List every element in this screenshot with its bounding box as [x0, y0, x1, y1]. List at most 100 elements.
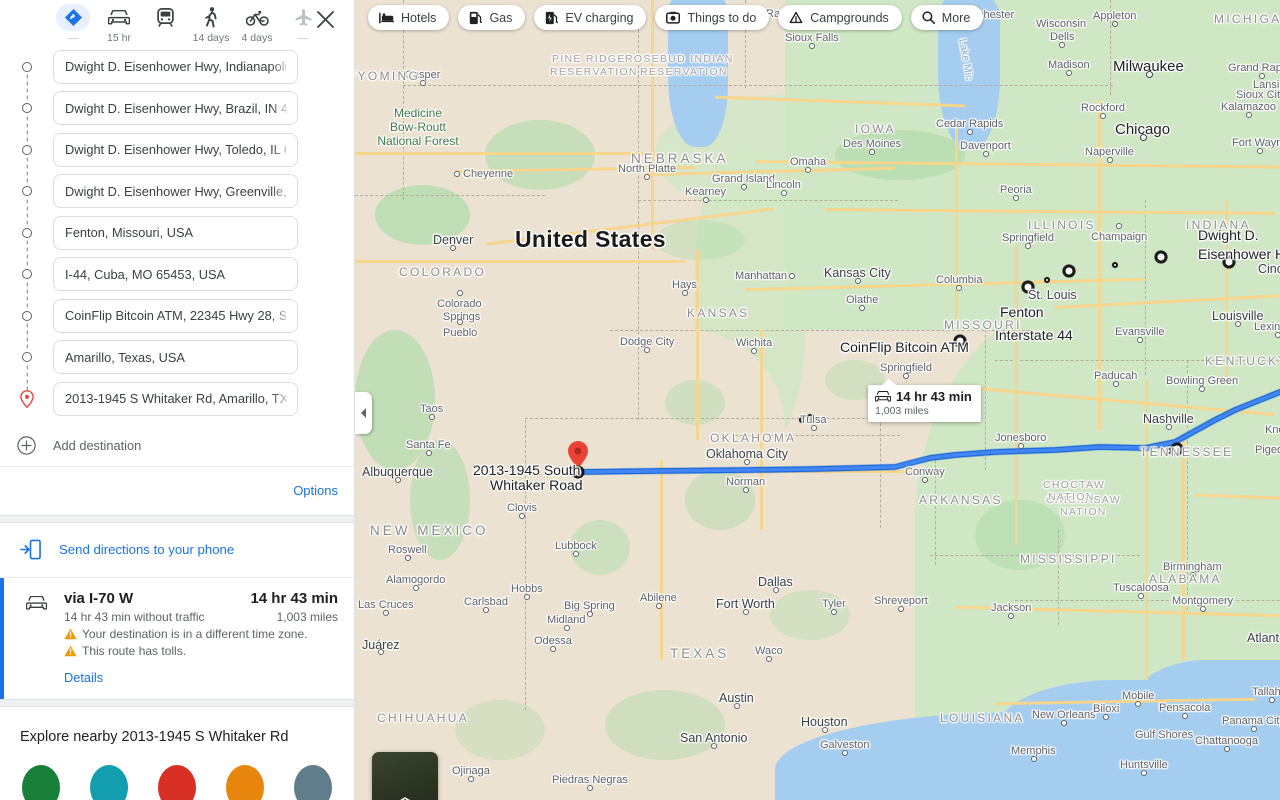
- map-city-dot: [1250, 726, 1257, 732]
- route-waypoint-marker[interactable]: [1154, 250, 1168, 264]
- options-row: Options: [0, 467, 354, 515]
- map-canvas[interactable]: Casper Cheyenne Denver Colorado Springs Puebl…: [355, 0, 1280, 800]
- route-warning-text: Your destination is in a different time …: [82, 626, 308, 641]
- close-directions-button[interactable]: [312, 6, 338, 32]
- waypoint-value: I-44, Cuba, MO 65453, USA: [65, 266, 226, 282]
- waypoint-list: Dwight D. Eisenhower Hwy, Indianapolis, …: [0, 46, 354, 426]
- map-city-dot: [766, 656, 772, 662]
- options-button[interactable]: Options: [293, 483, 338, 498]
- map-city-dot: [831, 609, 837, 615]
- route-waypoint-marker[interactable]: [1062, 264, 1076, 278]
- waypoint-input-7[interactable]: CoinFlip Bitcoin ATM, 22345 Hwy 28, St R: [53, 298, 298, 333]
- route-waypoint-marker-small[interactable]: [1166, 448, 1172, 454]
- diamond-arrow-icon: [56, 4, 90, 31]
- map-city-dot: [425, 450, 432, 456]
- route-warning: Your destination is in a different time …: [64, 627, 338, 641]
- route-polyline: [576, 388, 1280, 476]
- destination-target-marker[interactable]: [571, 465, 585, 479]
- explore-category-gas[interactable]: [158, 764, 196, 800]
- map-city-dot: [1138, 593, 1144, 599]
- route-card-car-icon-wrap: [25, 595, 48, 615]
- map-city-dot: [780, 190, 787, 196]
- travel-mode-driving[interactable]: 15 hr: [96, 4, 142, 44]
- travel-mode-cycling[interactable]: 4 days: [234, 4, 280, 44]
- map-city-dot: [740, 184, 747, 190]
- travel-mode-bar: — 15 hr 14 days 4 days —: [0, 0, 354, 46]
- explore-category-hotels[interactable]: [90, 764, 128, 800]
- map-city-dot: [805, 167, 811, 173]
- map-city-dot: [842, 750, 848, 756]
- explore-category-attractions[interactable]: [226, 764, 264, 800]
- route-waypoint-marker-small[interactable]: [799, 417, 805, 423]
- map-city-dot: [454, 171, 460, 177]
- route-waypoint-marker[interactable]: [1222, 255, 1236, 269]
- route-card-subrow: 14 hr 43 min without traffic 1,003 miles: [64, 610, 338, 624]
- section-divider: [0, 514, 354, 523]
- map-chip-hotels[interactable]: Hotels: [368, 5, 450, 30]
- map-city-dot: [550, 646, 556, 652]
- travel-mode-walking[interactable]: 14 days: [188, 4, 234, 44]
- layers-icon: [400, 797, 410, 800]
- map-city-dot: [1008, 613, 1014, 619]
- waypoint-row: Dwight D. Eisenhower Hwy, Brazil, IN 478: [0, 88, 354, 130]
- travel-mode-transit[interactable]: [142, 4, 188, 32]
- section-divider: [0, 698, 354, 707]
- car-icon: [875, 391, 891, 402]
- map-city-dot: [1223, 746, 1230, 752]
- route-duration: 14 hr 43 min: [250, 589, 338, 607]
- route-waypoint-marker-small[interactable]: [1112, 262, 1118, 268]
- map-city-dot: [483, 607, 489, 613]
- map-city-dot: [644, 174, 650, 180]
- route-waypoint-marker[interactable]: [1170, 442, 1184, 456]
- route-waypoint-marker-small[interactable]: [807, 414, 813, 420]
- waypoint-input-4[interactable]: Dwight D. Eisenhower Hwy, Greenville, IL: [53, 174, 298, 209]
- travel-mode-best-route[interactable]: —: [50, 4, 96, 44]
- tent-icon: [789, 11, 803, 24]
- map-city-dot: [412, 585, 419, 591]
- route-details-button[interactable]: Details: [64, 670, 338, 685]
- waypoint-input-8[interactable]: Amarillo, Texas, USA: [53, 340, 298, 375]
- map-city-dot: [1181, 713, 1188, 719]
- map-chip-things-to-do[interactable]: Things to do: [655, 5, 770, 30]
- map-city-dot: [681, 290, 688, 296]
- map-chip-label: Things to do: [687, 10, 757, 25]
- map-layers-button[interactable]: [372, 752, 438, 800]
- travel-mode-label: —: [297, 32, 309, 44]
- route-without-traffic: 14 hr 43 min without traffic: [64, 609, 205, 624]
- collapse-panel-button[interactable]: [355, 392, 372, 434]
- bed-icon: [379, 12, 394, 24]
- waypoint-input-9[interactable]: 2013-1945 S Whitaker Rd, Amarillo, TX 79: [53, 381, 298, 416]
- waypoint-input-6[interactable]: I-44, Cuba, MO 65453, USA: [53, 257, 298, 292]
- map-filter-chips: Hotels Gas EV charging Things to do Campgrou…: [368, 5, 984, 30]
- waypoint-input-3[interactable]: Dwight D. Eisenhower Hwy, Toledo, IL 624: [53, 132, 298, 167]
- add-destination-button[interactable]: Add destination: [0, 426, 354, 466]
- map-chip-campgrounds[interactable]: Campgrounds: [778, 5, 902, 30]
- map-chip-more[interactable]: More: [910, 5, 984, 30]
- explore-category-more[interactable]: [294, 764, 332, 800]
- route-result-card[interactable]: via I-70 W 14 hr 43 min 14 hr 43 min wit…: [0, 577, 354, 699]
- map-chip-ev-charging[interactable]: EV charging: [534, 5, 647, 30]
- send-directions-to-phone-button[interactable]: Send directions to your phone: [0, 523, 354, 577]
- map-chip-gas[interactable]: Gas: [458, 5, 526, 30]
- waypoint-input-5[interactable]: Fenton, Missouri, USA: [53, 215, 298, 250]
- map-city-dot: [573, 551, 579, 557]
- waypoint-input-1[interactable]: Dwight D. Eisenhower Hwy, Indianapolis, …: [53, 49, 298, 84]
- chevron-left-icon: [360, 408, 366, 418]
- map-city-dot: [1257, 148, 1263, 154]
- route-warning-text: This route has tolls.: [82, 643, 187, 658]
- route-waypoint-marker-small[interactable]: [1044, 277, 1050, 283]
- waypoint-input-2[interactable]: Dwight D. Eisenhower Hwy, Brazil, IN 478: [53, 91, 298, 126]
- waypoint-stop-icon: [0, 310, 53, 321]
- explore-category-restaurants[interactable]: [22, 764, 60, 800]
- waypoint-row: Amarillo, Texas, USA: [0, 337, 354, 379]
- plus-circle-icon: [17, 436, 36, 455]
- route-waypoint-marker[interactable]: [953, 334, 967, 348]
- map-city-dot: [1269, 90, 1276, 96]
- map-city-dot: [655, 603, 662, 609]
- map-city-dot: [1066, 70, 1072, 76]
- waypoint-value: 2013-1945 S Whitaker Rd, Amarillo, TX 79: [65, 391, 286, 407]
- route-waypoint-marker[interactable]: [1021, 280, 1035, 294]
- route-duration-tooltip[interactable]: 14 hr 43 min 1,003 miles: [868, 379, 981, 422]
- route-tooltip-duration-row: 14 hr 43 min: [875, 389, 972, 404]
- map-city-dot: [1017, 443, 1024, 449]
